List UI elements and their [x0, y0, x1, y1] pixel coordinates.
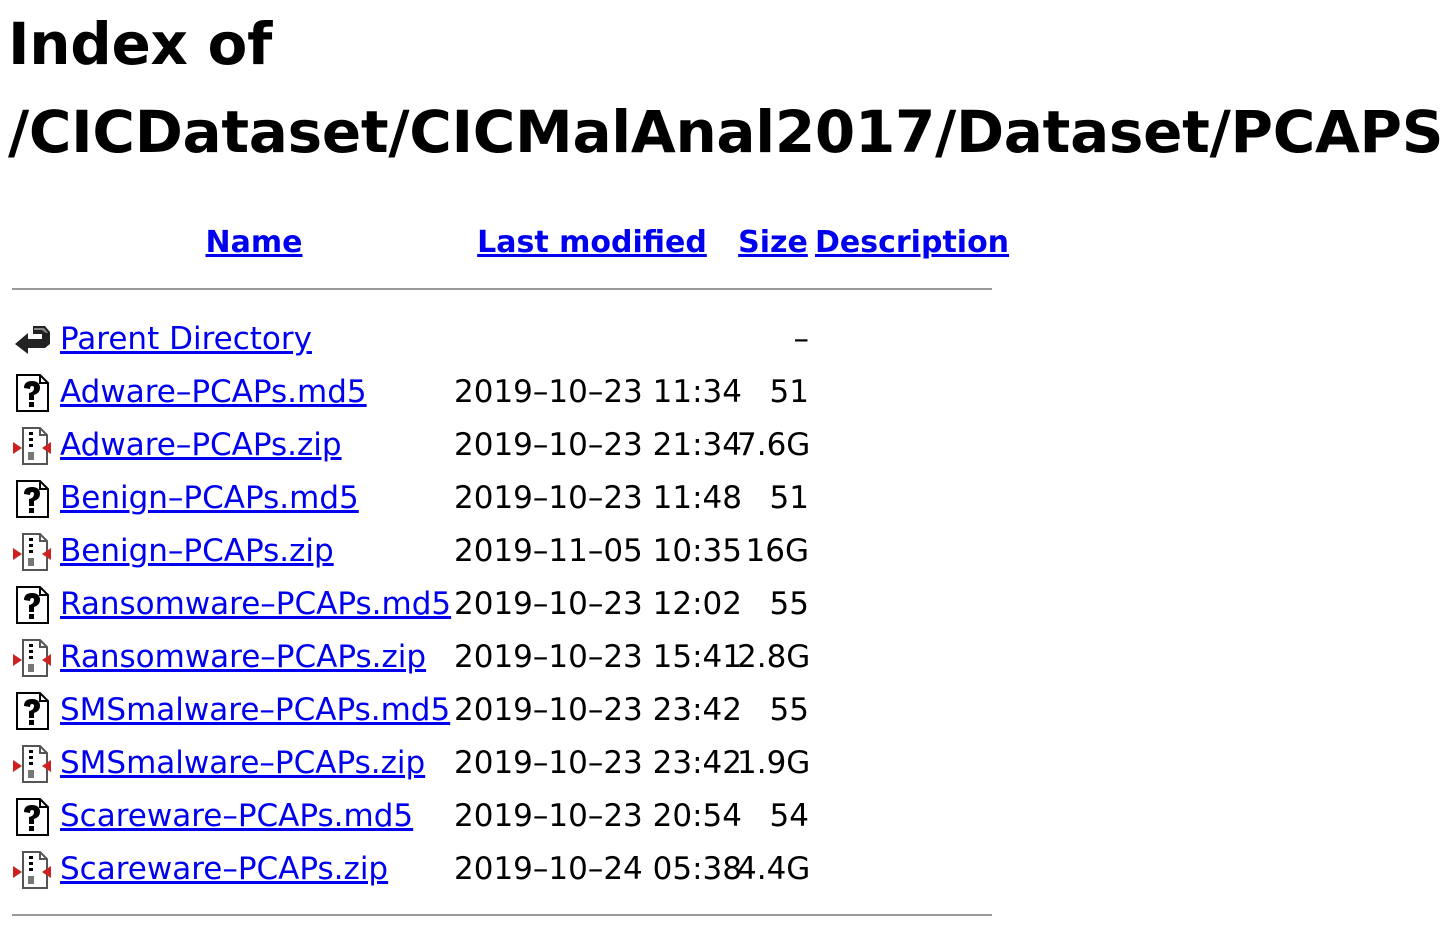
file-link[interactable]: SMSmalware–PCAPs.md5	[60, 692, 450, 728]
last-modified-cell: 2019–10–23 15:41	[454, 639, 742, 675]
size-cell: 54	[769, 798, 809, 834]
last-modified-cell: 2019–10–23 23:42	[454, 745, 742, 781]
size-cell: 1.9G	[737, 745, 811, 781]
last-modified-cell: 2019–10–23 23:42	[454, 692, 742, 728]
parent-directory-link[interactable]: Parent Directory	[60, 321, 312, 357]
compressed-file-icon	[12, 850, 52, 890]
file-link[interactable]: Scareware–PCAPs.md5	[60, 798, 413, 834]
compressed-file-icon	[12, 426, 52, 466]
back-icon	[12, 320, 52, 360]
file-link[interactable]: Benign–PCAPs.zip	[60, 533, 334, 569]
file-link[interactable]: Adware–PCAPs.md5	[60, 374, 367, 410]
last-modified-cell: 2019–10–23 11:34	[454, 374, 742, 410]
last-modified-cell: 2019–10–24 05:38	[454, 851, 742, 887]
size-cell: 16G	[745, 533, 809, 569]
table-row: Benign–PCAPs.md5 2019–10–23 11:48 51	[0, 472, 1000, 525]
table-row: Scareware–PCAPs.md5 2019–10–23 20:54 54	[0, 790, 1000, 843]
table-row: Benign–PCAPs.zip 2019–11–05 10:35 16G	[0, 525, 1000, 578]
table-row: SMSmalware–PCAPs.zip 2019–10–23 23:42 1.9G	[0, 737, 1000, 790]
page-title-path: /CICDataset/CICMalAnal2017/Dataset/PCAPS	[8, 98, 1444, 166]
last-modified-cell: 2019–10–23 20:54	[454, 798, 742, 834]
unknown-file-icon	[12, 373, 52, 413]
unknown-file-icon	[12, 479, 52, 519]
compressed-file-icon	[12, 532, 52, 572]
file-link[interactable]: Ransomware–PCAPs.zip	[60, 639, 426, 675]
file-link[interactable]: Ransomware–PCAPs.md5	[60, 586, 451, 622]
header-divider	[12, 288, 992, 290]
page-title-line1: Index of	[8, 10, 273, 78]
parent-directory-row: Parent Directory –	[0, 313, 1000, 366]
table-row: SMSmalware–PCAPs.md5 2019–10–23 23:42 55	[0, 684, 1000, 737]
table-row: Scareware–PCAPs.zip 2019–10–24 05:38 4.4G	[0, 843, 1000, 896]
file-link[interactable]: Benign–PCAPs.md5	[60, 480, 359, 516]
last-modified-cell: 2019–10–23 11:48	[454, 480, 742, 516]
sort-by-name-link[interactable]: Name	[206, 225, 303, 260]
file-link[interactable]: Scareware–PCAPs.zip	[60, 851, 388, 887]
unknown-file-icon	[12, 797, 52, 837]
sort-by-size-link[interactable]: Size	[738, 225, 808, 260]
compressed-file-icon	[12, 638, 52, 678]
file-link[interactable]: SMSmalware–PCAPs.zip	[60, 745, 425, 781]
compressed-file-icon	[12, 744, 52, 784]
size-cell: 51	[769, 480, 809, 516]
table-row: Ransomware–PCAPs.md5 2019–10–23 12:02 55	[0, 578, 1000, 631]
footer-divider	[12, 914, 992, 916]
table-header: Name Last modified Size Description	[0, 216, 1010, 269]
page-title: Index of /CICDataset/CICMalAnal2017/Data…	[8, 0, 1444, 176]
last-modified-cell: 2019–10–23 12:02	[454, 586, 742, 622]
size-cell: 2.8G	[737, 639, 811, 675]
size-cell: 7.6G	[737, 427, 811, 463]
table-row: Ransomware–PCAPs.zip 2019–10–23 15:41 2.8G	[0, 631, 1000, 684]
size-cell: 55	[769, 586, 809, 622]
unknown-file-icon	[12, 585, 52, 625]
size-cell: 55	[769, 692, 809, 728]
size-cell: 51	[769, 374, 809, 410]
size-cell: 4.4G	[737, 851, 811, 887]
unknown-file-icon	[12, 691, 52, 731]
last-modified-cell: 2019–11–05 10:35	[454, 533, 742, 569]
last-modified-cell: 2019–10–23 21:34	[454, 427, 742, 463]
sort-by-description-link[interactable]: Description	[815, 225, 1009, 260]
file-link[interactable]: Adware–PCAPs.zip	[60, 427, 342, 463]
size-cell: –	[793, 321, 810, 357]
table-row: Adware–PCAPs.zip 2019–10–23 21:34 7.6G	[0, 419, 1000, 472]
sort-by-last-modified-link[interactable]: Last modified	[477, 225, 707, 260]
table-row: Adware–PCAPs.md5 2019–10–23 11:34 51	[0, 366, 1000, 419]
